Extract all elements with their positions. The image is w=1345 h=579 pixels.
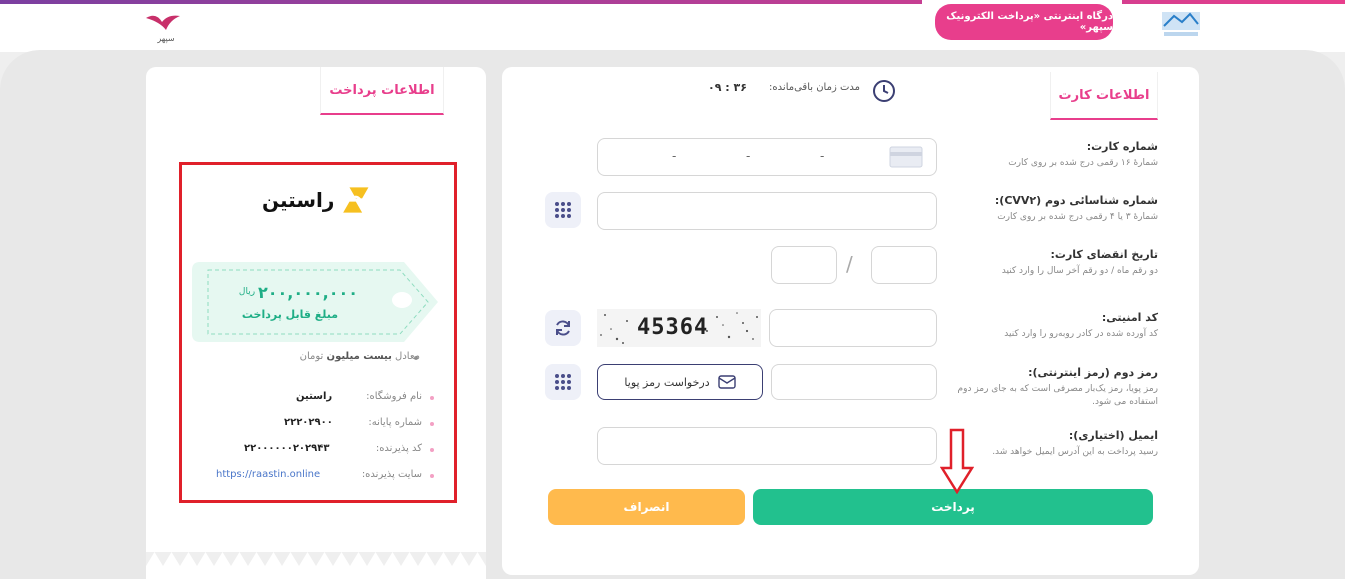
amount-tag: [192, 262, 438, 342]
sepehr-logo-text: سپهر: [157, 34, 175, 43]
bullet-dot: [430, 448, 434, 452]
card-number-hint: شمارهٔ ۱۶ رقمی درج شده بر روی کارت: [1008, 158, 1158, 168]
info-value: ۲۲۰۰۰۰۰۰۲۰۲۹۴۳: [244, 443, 330, 454]
sepehr-logo: سپهر: [140, 10, 190, 46]
bullet-dot: [430, 474, 434, 478]
bank-logo: [1160, 10, 1202, 40]
timer-label: مدت زمان باقی‌مانده:: [769, 82, 860, 93]
merchant-brand: راستین: [262, 180, 372, 220]
tab-card-info[interactable]: اطلاعات کارت: [1050, 72, 1158, 120]
card-number-separator: -: [672, 149, 677, 163]
down-arrow-annotation-icon: [940, 428, 974, 494]
bullet-dot: [430, 422, 434, 426]
mail-icon: [717, 375, 736, 389]
card-number-input[interactable]: [597, 138, 937, 176]
info-key: کد پذیرنده:: [375, 443, 422, 454]
gateway-title: درگاه اینترنتی «پرداخت الکترونیک سپهر»: [935, 4, 1113, 40]
equiv-prefix: معادل: [395, 351, 420, 362]
request-dynamic-pin-button[interactable]: درخواست رمز پویا: [597, 364, 763, 400]
info-key: نام فروشگاه:: [366, 391, 422, 402]
email-hint: رسید پرداخت به این آدرس ایمیل خواهد شد.: [992, 447, 1158, 457]
amount-currency: ریال: [238, 287, 256, 297]
merchant-brand-name: راستین: [262, 188, 335, 212]
receipt-zigzag-edge: [146, 552, 486, 579]
expiry-hint: دو رقم ماه / دو رقم آخر سال را وارد کنید: [1001, 266, 1158, 276]
pin2-input[interactable]: [771, 364, 937, 400]
pin2-hint: رمز پویا، رمز یک‌بار مصرفی است که به جای…: [957, 384, 1158, 407]
request-dynamic-pin-label: درخواست رمز پویا: [624, 375, 710, 389]
cvv2-input[interactable]: [597, 192, 937, 230]
keypad-icon: [555, 374, 571, 390]
info-key: شماره پایانه:: [368, 417, 422, 428]
info-row-terminal: شماره پایانه: ۲۲۲۰۲۹۰۰: [200, 417, 440, 433]
cvv2-label-group: شماره شناسائی دوم (CVV۲): شمارهٔ ۳ یا ۴ …: [950, 194, 1158, 224]
email-label: ایمیل (اختیاری):: [1068, 429, 1158, 442]
card-number-label: شماره کارت:: [1086, 140, 1158, 153]
virtual-keypad-button[interactable]: [545, 192, 581, 228]
pin2-label-group: رمز دوم (رمز اینترنتی): رمز پویا، رمز یک…: [950, 366, 1158, 409]
clock-icon: [873, 80, 895, 102]
card-number-separator: -: [746, 149, 751, 163]
equiv-amount: بیست میلیون: [326, 351, 392, 362]
virtual-keypad-button[interactable]: [545, 364, 581, 400]
timer-value: ۰۹ : ۳۶: [708, 81, 747, 94]
captcha-code: 45364: [637, 315, 709, 340]
captcha-label: کد امنیتی:: [1101, 311, 1158, 324]
captcha-label-group: کد امنیتی: کد آورده شده در کادر روبه‌رو …: [950, 311, 1158, 341]
email-label-group: ایمیل (اختیاری): رسید پرداخت به این آدرس…: [950, 429, 1158, 459]
captcha-image: 45364: [597, 309, 761, 347]
payable-amount-label: مبلغ قابل پرداخت: [241, 308, 339, 321]
expiry-month-input[interactable]: [871, 246, 937, 284]
info-row-store-name: نام فروشگاه: راستین: [200, 391, 440, 407]
pin2-label: رمز دوم (رمز اینترنتی):: [1028, 366, 1158, 379]
pay-button[interactable]: پرداخت: [753, 489, 1153, 525]
credit-card-icon: [889, 146, 923, 168]
equiv-unit: تومان: [299, 351, 324, 362]
cancel-button[interactable]: انصراف: [548, 489, 745, 525]
info-value: ۲۲۲۰۲۹۰۰: [284, 417, 333, 428]
info-row-merchant-code: کد پذیرنده: ۲۲۰۰۰۰۰۰۲۰۲۹۴۳: [200, 443, 440, 459]
captcha-hint: کد آورده شده در کادر روبه‌رو را وارد کنی…: [1004, 329, 1158, 339]
top-accent-line: [0, 0, 1345, 4]
cvv2-hint: شمارهٔ ۳ یا ۴ رقمی درج شده بر روی کارت: [997, 212, 1158, 222]
bullet-dot: [430, 396, 434, 400]
refresh-icon: [556, 320, 570, 336]
email-input[interactable]: [597, 427, 937, 465]
merchant-site-link[interactable]: https://raastin.online: [216, 469, 320, 480]
payable-amount: ۲۰۰,۰۰۰,۰۰۰: [258, 283, 359, 302]
expiry-label: تاریخ انقضای کارت:: [1050, 248, 1159, 261]
amount-equivalent: معادل بیست میلیون تومان: [230, 351, 420, 362]
cvv2-label: شماره شناسائی دوم (CVV۲):: [994, 194, 1158, 207]
tab-payment-info[interactable]: اطلاعات پرداخت: [320, 67, 444, 115]
keypad-icon: [555, 202, 571, 218]
captcha-input[interactable]: [769, 309, 937, 347]
card-number-separator: -: [820, 149, 825, 163]
refresh-captcha-button[interactable]: [545, 310, 581, 346]
info-row-merchant-site: سایت پذیرنده: https://raastin.online: [200, 469, 440, 485]
expiry-label-group: تاریخ انقضای کارت: دو رقم ماه / دو رقم آ…: [950, 248, 1158, 278]
info-key: سایت پذیرنده:: [361, 469, 422, 480]
expiry-year-input[interactable]: [771, 246, 837, 284]
info-value: راستین: [296, 391, 333, 402]
expiry-slash: /: [846, 252, 853, 276]
top-header: [0, 0, 1345, 52]
raastin-logo-icon: [343, 187, 369, 213]
card-number-label-group: شماره کارت: شمارهٔ ۱۶ رقمی درج شده بر رو…: [950, 140, 1158, 170]
